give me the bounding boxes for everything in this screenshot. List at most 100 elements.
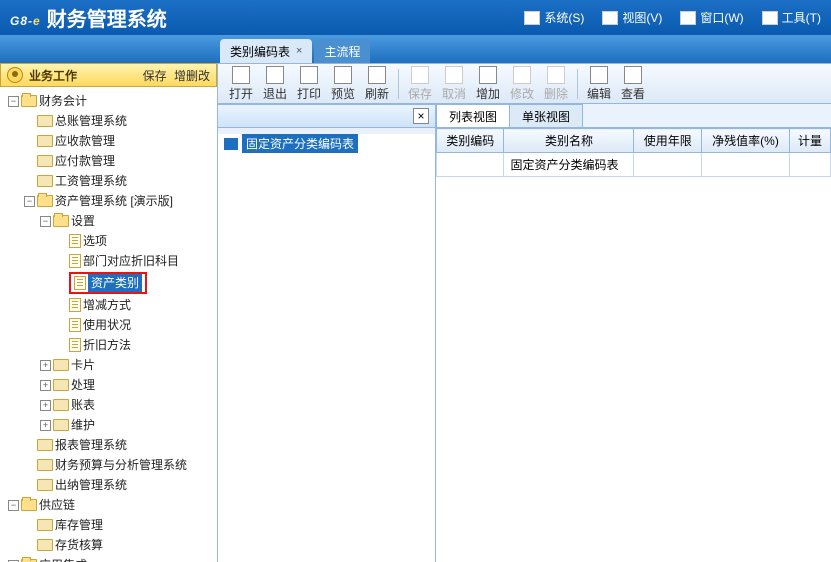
sidebar-title: 业务工作: [29, 67, 77, 84]
menu-label: 视图(V): [622, 9, 662, 26]
tree-node[interactable]: 应付款管理: [22, 151, 217, 171]
folder-icon: [21, 499, 37, 511]
tree-leaf[interactable]: 选项: [54, 231, 217, 251]
menu-tools[interactable]: 工具(T): [762, 9, 821, 26]
modify-icon: [513, 66, 531, 84]
save-icon: [411, 66, 429, 84]
main-area: 打开 退出 打印 预览 刷新 保存 取消 增加 修改 删除 编辑 查看 ×: [218, 63, 831, 562]
tree-leaf[interactable]: 增减方式: [54, 295, 217, 315]
grid-cell[interactable]: [634, 153, 701, 177]
folder-icon: [37, 195, 53, 207]
open-button[interactable]: 打开: [224, 66, 258, 102]
tree-node[interactable]: 存货核算: [22, 535, 217, 555]
collapse-icon[interactable]: −: [8, 96, 19, 107]
add-button[interactable]: 增加: [471, 66, 505, 102]
tab-main-flow[interactable]: 主流程: [314, 39, 370, 63]
tree-node[interactable]: 库存管理: [22, 515, 217, 535]
tree-node-asset-mgmt[interactable]: −资产管理系统 [演示版]: [22, 191, 217, 211]
folder-icon: [53, 399, 69, 411]
folder-icon: [21, 95, 37, 107]
panel-header: ×: [218, 104, 435, 128]
grid-row[interactable]: 固定资产分类编码表: [437, 153, 831, 177]
expand-icon[interactable]: +: [40, 360, 51, 371]
delete-icon: [547, 66, 565, 84]
tree-node[interactable]: + 账表: [38, 395, 217, 415]
tbtn-label: 取消: [442, 85, 466, 102]
tbtn-label: 查看: [621, 85, 645, 102]
panel-root-node[interactable]: 固定资产分类编码表: [222, 132, 431, 155]
tree-label: 选项: [83, 232, 107, 250]
tree-node-finance[interactable]: −财务会计: [6, 91, 217, 111]
panel-root-label: 固定资产分类编码表: [242, 134, 358, 153]
print-button[interactable]: 打印: [292, 66, 326, 102]
grid-cell[interactable]: [701, 153, 789, 177]
tbtn-label: 保存: [408, 85, 432, 102]
folder-icon: [37, 479, 53, 491]
refresh-button[interactable]: 刷新: [360, 66, 394, 102]
col-header[interactable]: 类别名称: [504, 129, 634, 153]
expand-icon[interactable]: +: [40, 420, 51, 431]
expand-icon[interactable]: +: [40, 400, 51, 411]
tree-leaf-asset-category[interactable]: 资产类别: [54, 271, 217, 295]
grid-cell[interactable]: [437, 153, 504, 177]
add-icon: [479, 66, 497, 84]
folder-icon: [224, 138, 238, 150]
tree-node-integration[interactable]: −应用集成: [6, 555, 217, 562]
tree-node[interactable]: 财务预算与分析管理系统: [22, 455, 217, 475]
category-tree-panel: × 固定资产分类编码表: [218, 104, 436, 562]
grid-cell[interactable]: 固定资产分类编码表: [504, 153, 634, 177]
collapse-icon[interactable]: −: [8, 500, 19, 511]
tree-node[interactable]: 总账管理系统: [22, 111, 217, 131]
tree-leaf[interactable]: 部门对应折旧科目: [54, 251, 217, 271]
tree-node[interactable]: +处理: [38, 375, 217, 395]
grid-cell[interactable]: [790, 153, 831, 177]
tbtn-label: 打开: [229, 85, 253, 102]
folder-icon: [53, 215, 69, 227]
refresh-icon: [368, 66, 386, 84]
preview-button[interactable]: 预览: [326, 66, 360, 102]
close-icon[interactable]: ×: [413, 108, 429, 124]
menu-window[interactable]: 窗口(W): [680, 9, 743, 26]
tree-label: 报表管理系统: [55, 436, 127, 454]
data-grid[interactable]: 类别编码 类别名称 使用年限 净残值率(%) 计量 固定资产分类编码表: [436, 128, 831, 562]
tree-label: 资产类别: [88, 274, 142, 292]
sidebar-edit-button[interactable]: 增删改: [174, 69, 210, 83]
tab-list-view[interactable]: 列表视图: [436, 104, 510, 127]
tree-node[interactable]: 报表管理系统: [22, 435, 217, 455]
view-button[interactable]: 查看: [616, 66, 650, 102]
tab-category-code[interactable]: 类别编码表×: [220, 39, 312, 63]
file-icon: [74, 276, 86, 290]
expand-icon[interactable]: +: [40, 380, 51, 391]
folder-icon: [37, 115, 53, 127]
tab-single-view[interactable]: 单张视图: [509, 104, 583, 127]
tree-label: 财务预算与分析管理系统: [55, 456, 187, 474]
tree-label: 增减方式: [83, 296, 131, 314]
col-header[interactable]: 计量: [790, 129, 831, 153]
tree-node[interactable]: 出纳管理系统: [22, 475, 217, 495]
tree-node-settings[interactable]: −设置: [38, 211, 217, 231]
tree-node[interactable]: 工资管理系统: [22, 171, 217, 191]
col-header[interactable]: 使用年限: [634, 129, 701, 153]
col-header[interactable]: 净残值率(%): [701, 129, 789, 153]
tree-node[interactable]: +维护: [38, 415, 217, 435]
tree-label: 账表: [71, 396, 95, 414]
tree-label: 使用状况: [83, 316, 131, 334]
close-icon[interactable]: ×: [296, 45, 302, 57]
tree-leaf[interactable]: 折旧方法: [54, 335, 217, 355]
collapse-icon[interactable]: −: [24, 196, 35, 207]
tree-node[interactable]: +卡片: [38, 355, 217, 375]
tree-node-supply[interactable]: −供应链: [6, 495, 217, 515]
sidebar-save-button[interactable]: 保存: [143, 69, 167, 83]
menu-view[interactable]: 视图(V): [602, 9, 662, 26]
tree-leaf[interactable]: 使用状况: [54, 315, 217, 335]
col-header[interactable]: 类别编码: [437, 129, 504, 153]
exit-button[interactable]: 退出: [258, 66, 292, 102]
file-icon: [69, 338, 81, 352]
tree-node[interactable]: 应收款管理: [22, 131, 217, 151]
tree-label: 存货核算: [55, 536, 103, 554]
menu-system[interactable]: 系统(S): [524, 9, 584, 26]
open-icon: [232, 66, 250, 84]
highlight-box: 资产类别: [69, 272, 147, 294]
edit-button[interactable]: 编辑: [582, 66, 616, 102]
collapse-icon[interactable]: −: [40, 216, 51, 227]
